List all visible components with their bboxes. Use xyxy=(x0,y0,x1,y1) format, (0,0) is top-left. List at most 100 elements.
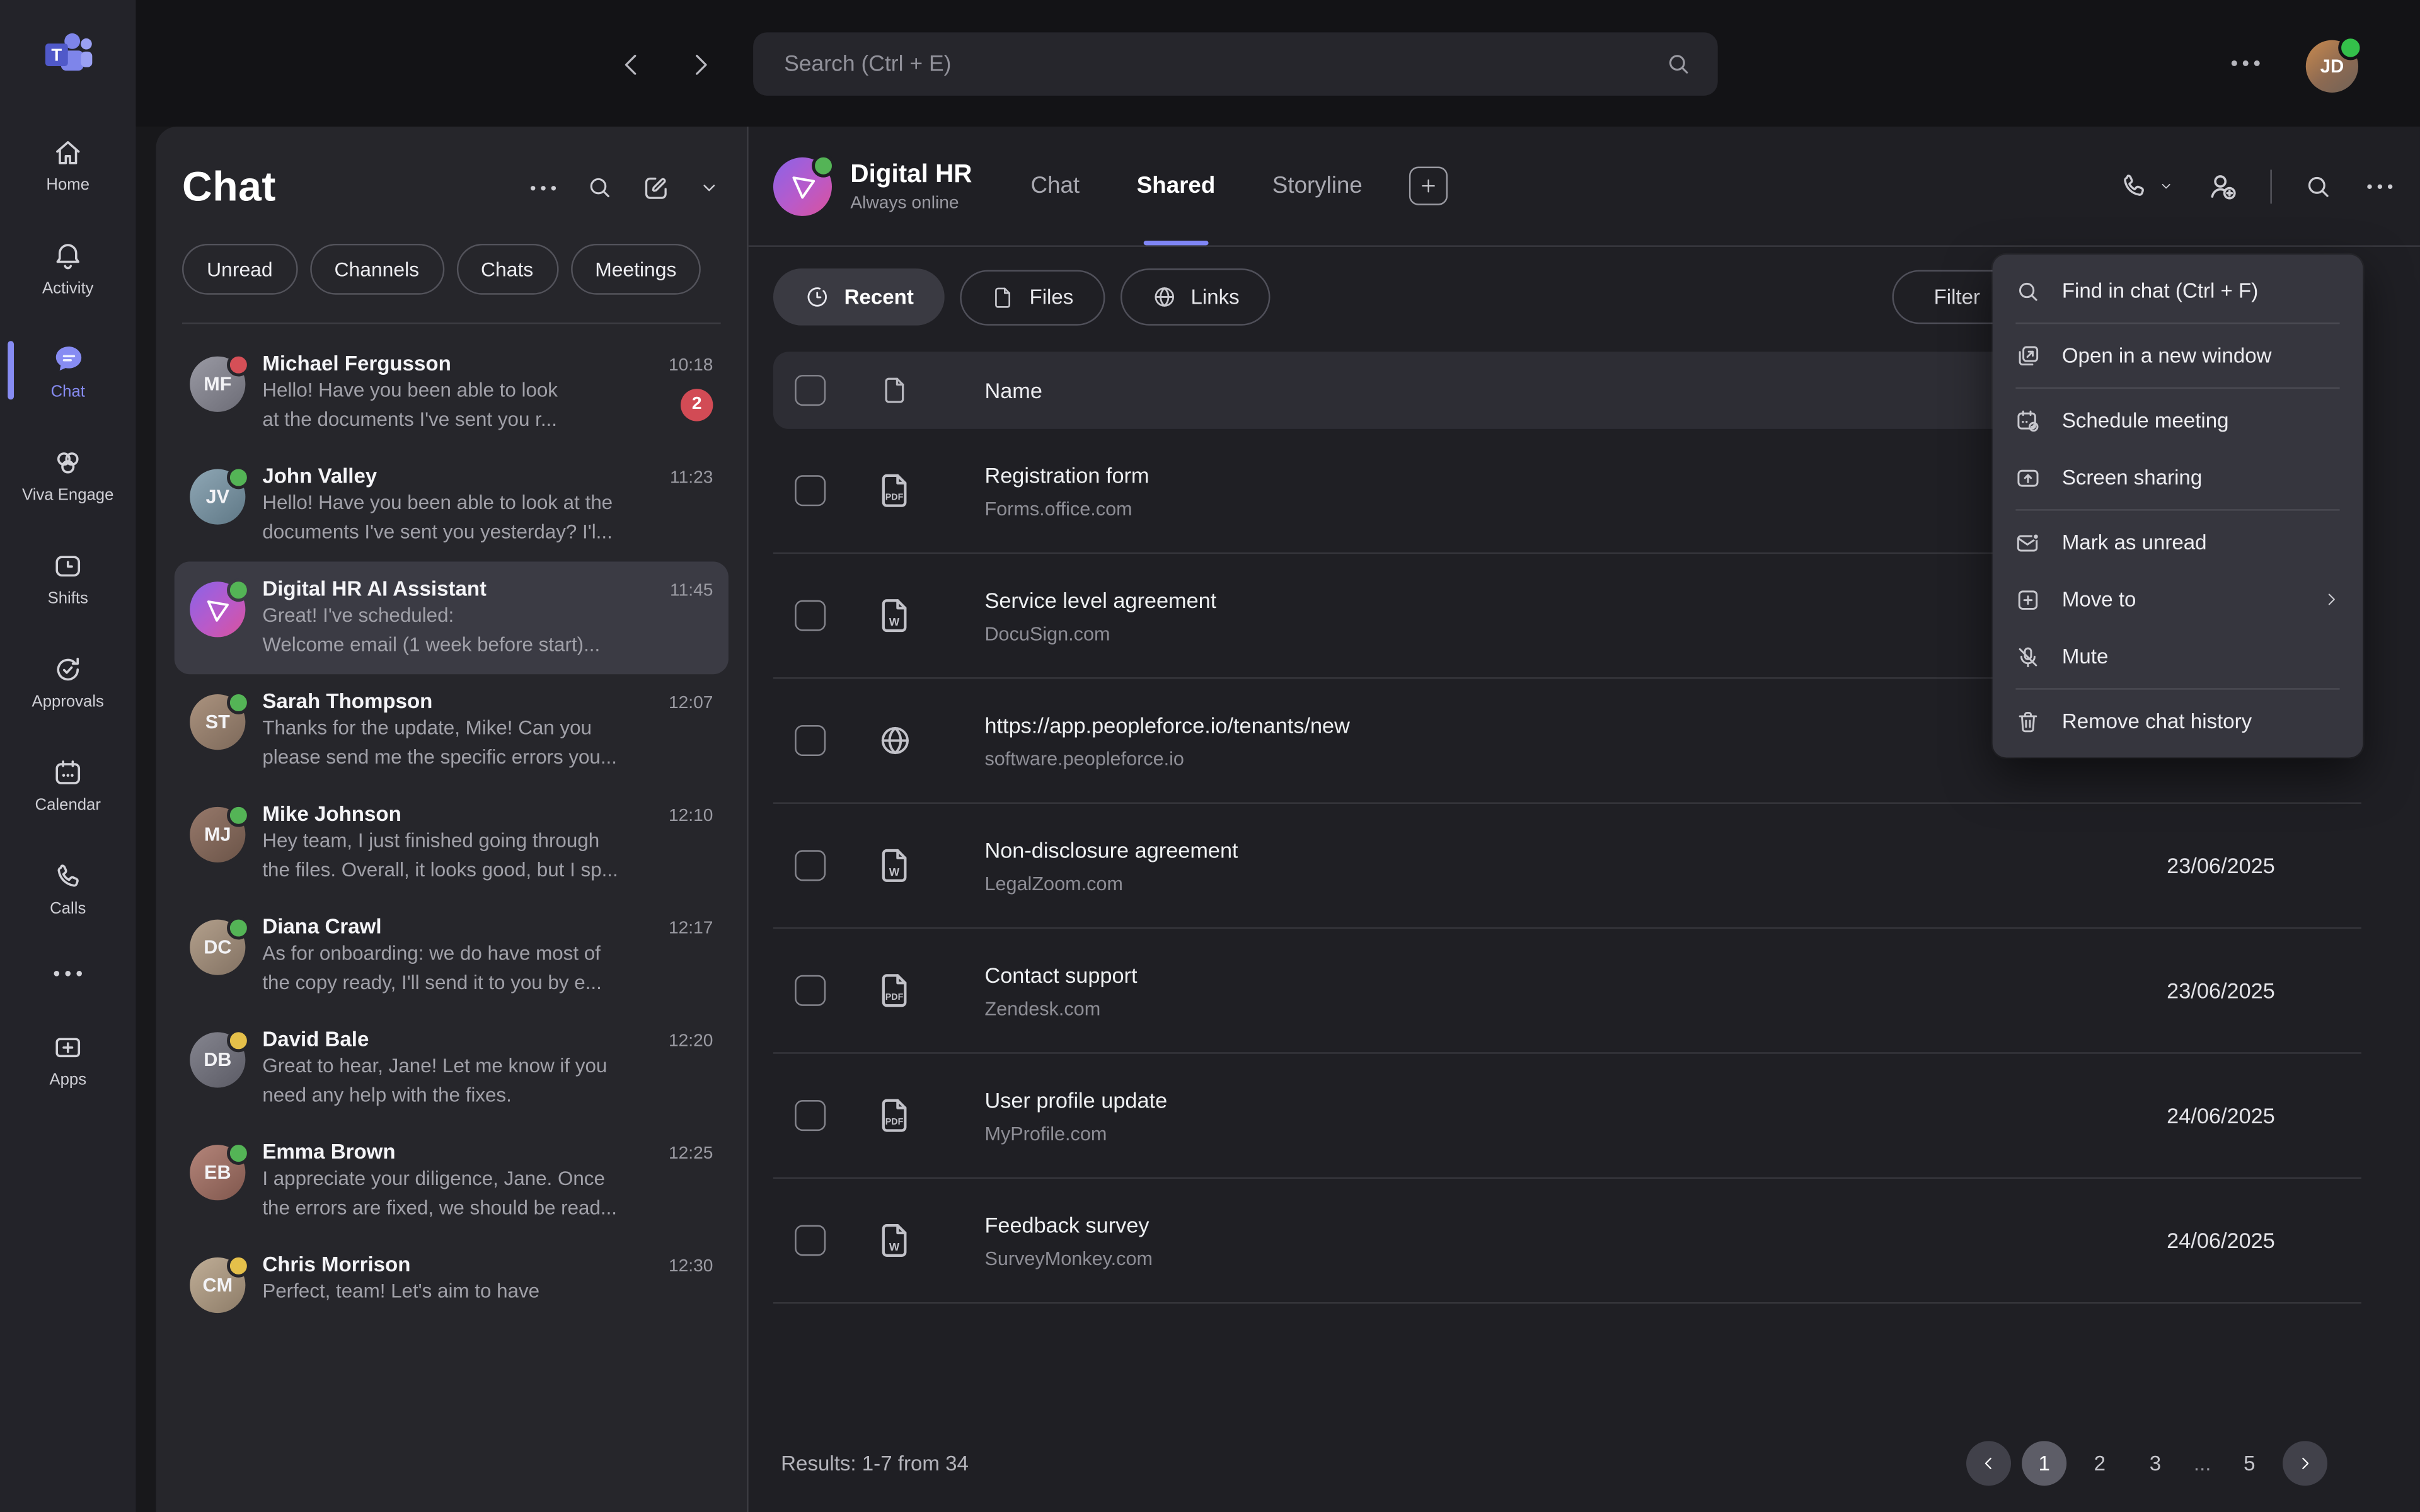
home-icon xyxy=(51,135,85,169)
tab-shared[interactable]: Shared xyxy=(1137,127,1216,246)
phone-icon xyxy=(51,859,85,893)
select-all-checkbox[interactable] xyxy=(795,375,826,406)
menu-item-move-to[interactable]: Move to xyxy=(1993,571,2363,628)
pdf-file-icon: PDF xyxy=(875,471,916,511)
conversation-item[interactable]: EB Emma Brown12:25 I appreciate your dil… xyxy=(175,1125,729,1237)
sidebar-item-viva-engage[interactable]: Viva Engage xyxy=(0,423,136,526)
row-checkbox[interactable] xyxy=(795,600,826,631)
sidebar-item-calendar[interactable]: Calendar xyxy=(0,733,136,836)
menu-divider xyxy=(2015,323,2339,324)
page-5[interactable]: 5 xyxy=(2227,1440,2272,1485)
segment-links[interactable]: Links xyxy=(1120,268,1270,326)
menu-item-find-in-chat[interactable]: Find in chat (Ctrl + F) xyxy=(1993,262,2363,319)
word-file-icon: W xyxy=(875,1220,916,1261)
conversation-item-selected[interactable]: Digital HR AI Assistant11:45 Great! I've… xyxy=(175,561,729,674)
chip-meetings[interactable]: Meetings xyxy=(570,244,701,295)
row-checkbox[interactable] xyxy=(795,1225,826,1256)
sidebar-item-calls[interactable]: Calls xyxy=(0,836,136,939)
nav-forward-icon[interactable] xyxy=(685,49,716,80)
page-2[interactable]: 2 xyxy=(2077,1440,2122,1485)
digital-hr-logo-avatar xyxy=(190,581,245,637)
conversation-header: Digital HR Always online Chat Shared Sto… xyxy=(749,127,2420,247)
sidebar-more-apps[interactable] xyxy=(0,939,136,1007)
svg-text:T: T xyxy=(51,45,62,65)
avatar: DB xyxy=(190,1032,245,1087)
menu-item-remove-chat-history[interactable]: Remove chat history xyxy=(1993,693,2363,750)
row-checkbox[interactable] xyxy=(795,975,826,1006)
digital-hr-avatar[interactable] xyxy=(773,157,832,215)
sidebar-item-apps[interactable]: Apps xyxy=(0,1007,136,1111)
conversation-more-icon[interactable] xyxy=(2365,181,2395,191)
tab-storyline[interactable]: Storyline xyxy=(1272,127,1363,246)
clock-icon xyxy=(804,284,831,311)
new-chat-icon[interactable] xyxy=(640,172,671,203)
chip-unread[interactable]: Unread xyxy=(182,244,297,295)
conversation-tabs: Chat Shared Storyline xyxy=(1031,127,1363,246)
conversation-item[interactable]: MJ Mike Johnson12:10 Hey team, I just fi… xyxy=(175,787,729,900)
mic-off-icon xyxy=(2014,643,2042,670)
conversation-item[interactable]: CM Chris Morrison12:30 Perfect, team! Le… xyxy=(175,1237,729,1328)
conversation-item[interactable]: JV John Valley11:23 Hello! Have you been… xyxy=(175,449,729,562)
row-checkbox[interactable] xyxy=(795,850,826,881)
chat-search-icon[interactable] xyxy=(585,173,614,202)
chip-chats[interactable]: Chats xyxy=(456,244,558,295)
sidebar-item-home[interactable]: Home xyxy=(0,113,136,216)
shared-date: 24/06/2025 xyxy=(2167,1103,2339,1128)
status-dot-available xyxy=(227,691,250,714)
add-people-button[interactable] xyxy=(2204,169,2238,203)
chip-channels[interactable]: Channels xyxy=(309,244,444,295)
conversation-item[interactable]: MF Michael Fergusson10:18 Hello! Have yo… xyxy=(175,336,729,449)
nav-back-icon[interactable] xyxy=(616,49,647,80)
titlebar-more-icon[interactable] xyxy=(2228,57,2262,70)
table-row[interactable]: W Non-disclosure agreement LegalZoom.com… xyxy=(773,804,2361,929)
sidebar-item-activity[interactable]: Activity xyxy=(0,216,136,319)
menu-divider xyxy=(2015,688,2339,689)
status-dot-away xyxy=(227,1029,250,1052)
user-avatar-initials: JD xyxy=(2320,55,2344,77)
find-in-chat-icon[interactable] xyxy=(2303,171,2334,202)
teams-logo-icon[interactable]: T xyxy=(40,26,96,82)
call-button[interactable] xyxy=(2117,169,2174,202)
table-row[interactable]: W Feedback survey SurveyMonkey.com 24/06… xyxy=(773,1179,2361,1303)
svg-text:PDF: PDF xyxy=(885,1117,904,1127)
add-tab-button[interactable] xyxy=(1409,166,1447,205)
table-row[interactable]: PDF Contact support Zendesk.com 23/06/20… xyxy=(773,929,2361,1053)
sidebar-item-chat[interactable]: Chat xyxy=(0,319,136,423)
word-file-icon: W xyxy=(875,595,916,636)
sidebar-item-shifts[interactable]: Shifts xyxy=(0,526,136,629)
conversation-item[interactable]: DC Diana Crawl12:17 As for onboarding: w… xyxy=(175,900,729,1012)
conversation-item[interactable]: ST Sarah Thompson12:07 Thanks for the up… xyxy=(175,674,729,787)
conversation-item[interactable]: DB David Bale12:20 Great to hear, Jane! … xyxy=(175,1012,729,1125)
next-page-button[interactable] xyxy=(2283,1440,2327,1485)
prev-page-button[interactable] xyxy=(1966,1440,2011,1485)
avatar: EB xyxy=(190,1145,245,1200)
menu-item-schedule-meeting[interactable]: Schedule meeting xyxy=(1993,392,2363,449)
shared-date: 24/06/2025 xyxy=(2167,1228,2339,1252)
active-indicator xyxy=(8,341,14,399)
global-search-bar[interactable] xyxy=(753,32,1718,95)
row-checkbox[interactable] xyxy=(795,1100,826,1131)
chat-more-icon[interactable] xyxy=(528,183,559,192)
user-avatar[interactable]: JD xyxy=(2306,40,2358,93)
menu-item-mute[interactable]: Mute xyxy=(1993,628,2363,685)
results-footer: Results: 1-7 from 34 1 2 3 ... 5 xyxy=(749,1413,2420,1512)
menu-item-open-new-window[interactable]: Open in a new window xyxy=(1993,327,2363,384)
row-checkbox[interactable] xyxy=(795,725,826,756)
menu-item-mark-as-unread[interactable]: Mark as unread xyxy=(1993,514,2363,571)
top-title-bar: JD xyxy=(0,0,2420,127)
chevron-down-icon[interactable] xyxy=(698,176,721,199)
search-input[interactable] xyxy=(753,52,1664,76)
word-file-icon: W xyxy=(875,845,916,886)
table-row[interactable]: PDF User profile update MyProfile.com 24… xyxy=(773,1054,2361,1179)
avatar: CM xyxy=(190,1257,245,1313)
page-1[interactable]: 1 xyxy=(2022,1440,2066,1485)
search-icon xyxy=(1664,49,1693,79)
page-3[interactable]: 3 xyxy=(2133,1440,2177,1485)
sidebar-item-approvals[interactable]: Approvals xyxy=(0,629,136,733)
menu-item-screen-sharing[interactable]: Screen sharing xyxy=(1993,449,2363,507)
tab-chat[interactable]: Chat xyxy=(1031,127,1080,246)
segment-recent[interactable]: Recent xyxy=(773,268,945,326)
segment-files[interactable]: Files xyxy=(960,269,1104,324)
row-checkbox[interactable] xyxy=(795,475,826,506)
app-rail: T Home Activity Chat xyxy=(0,0,136,1512)
